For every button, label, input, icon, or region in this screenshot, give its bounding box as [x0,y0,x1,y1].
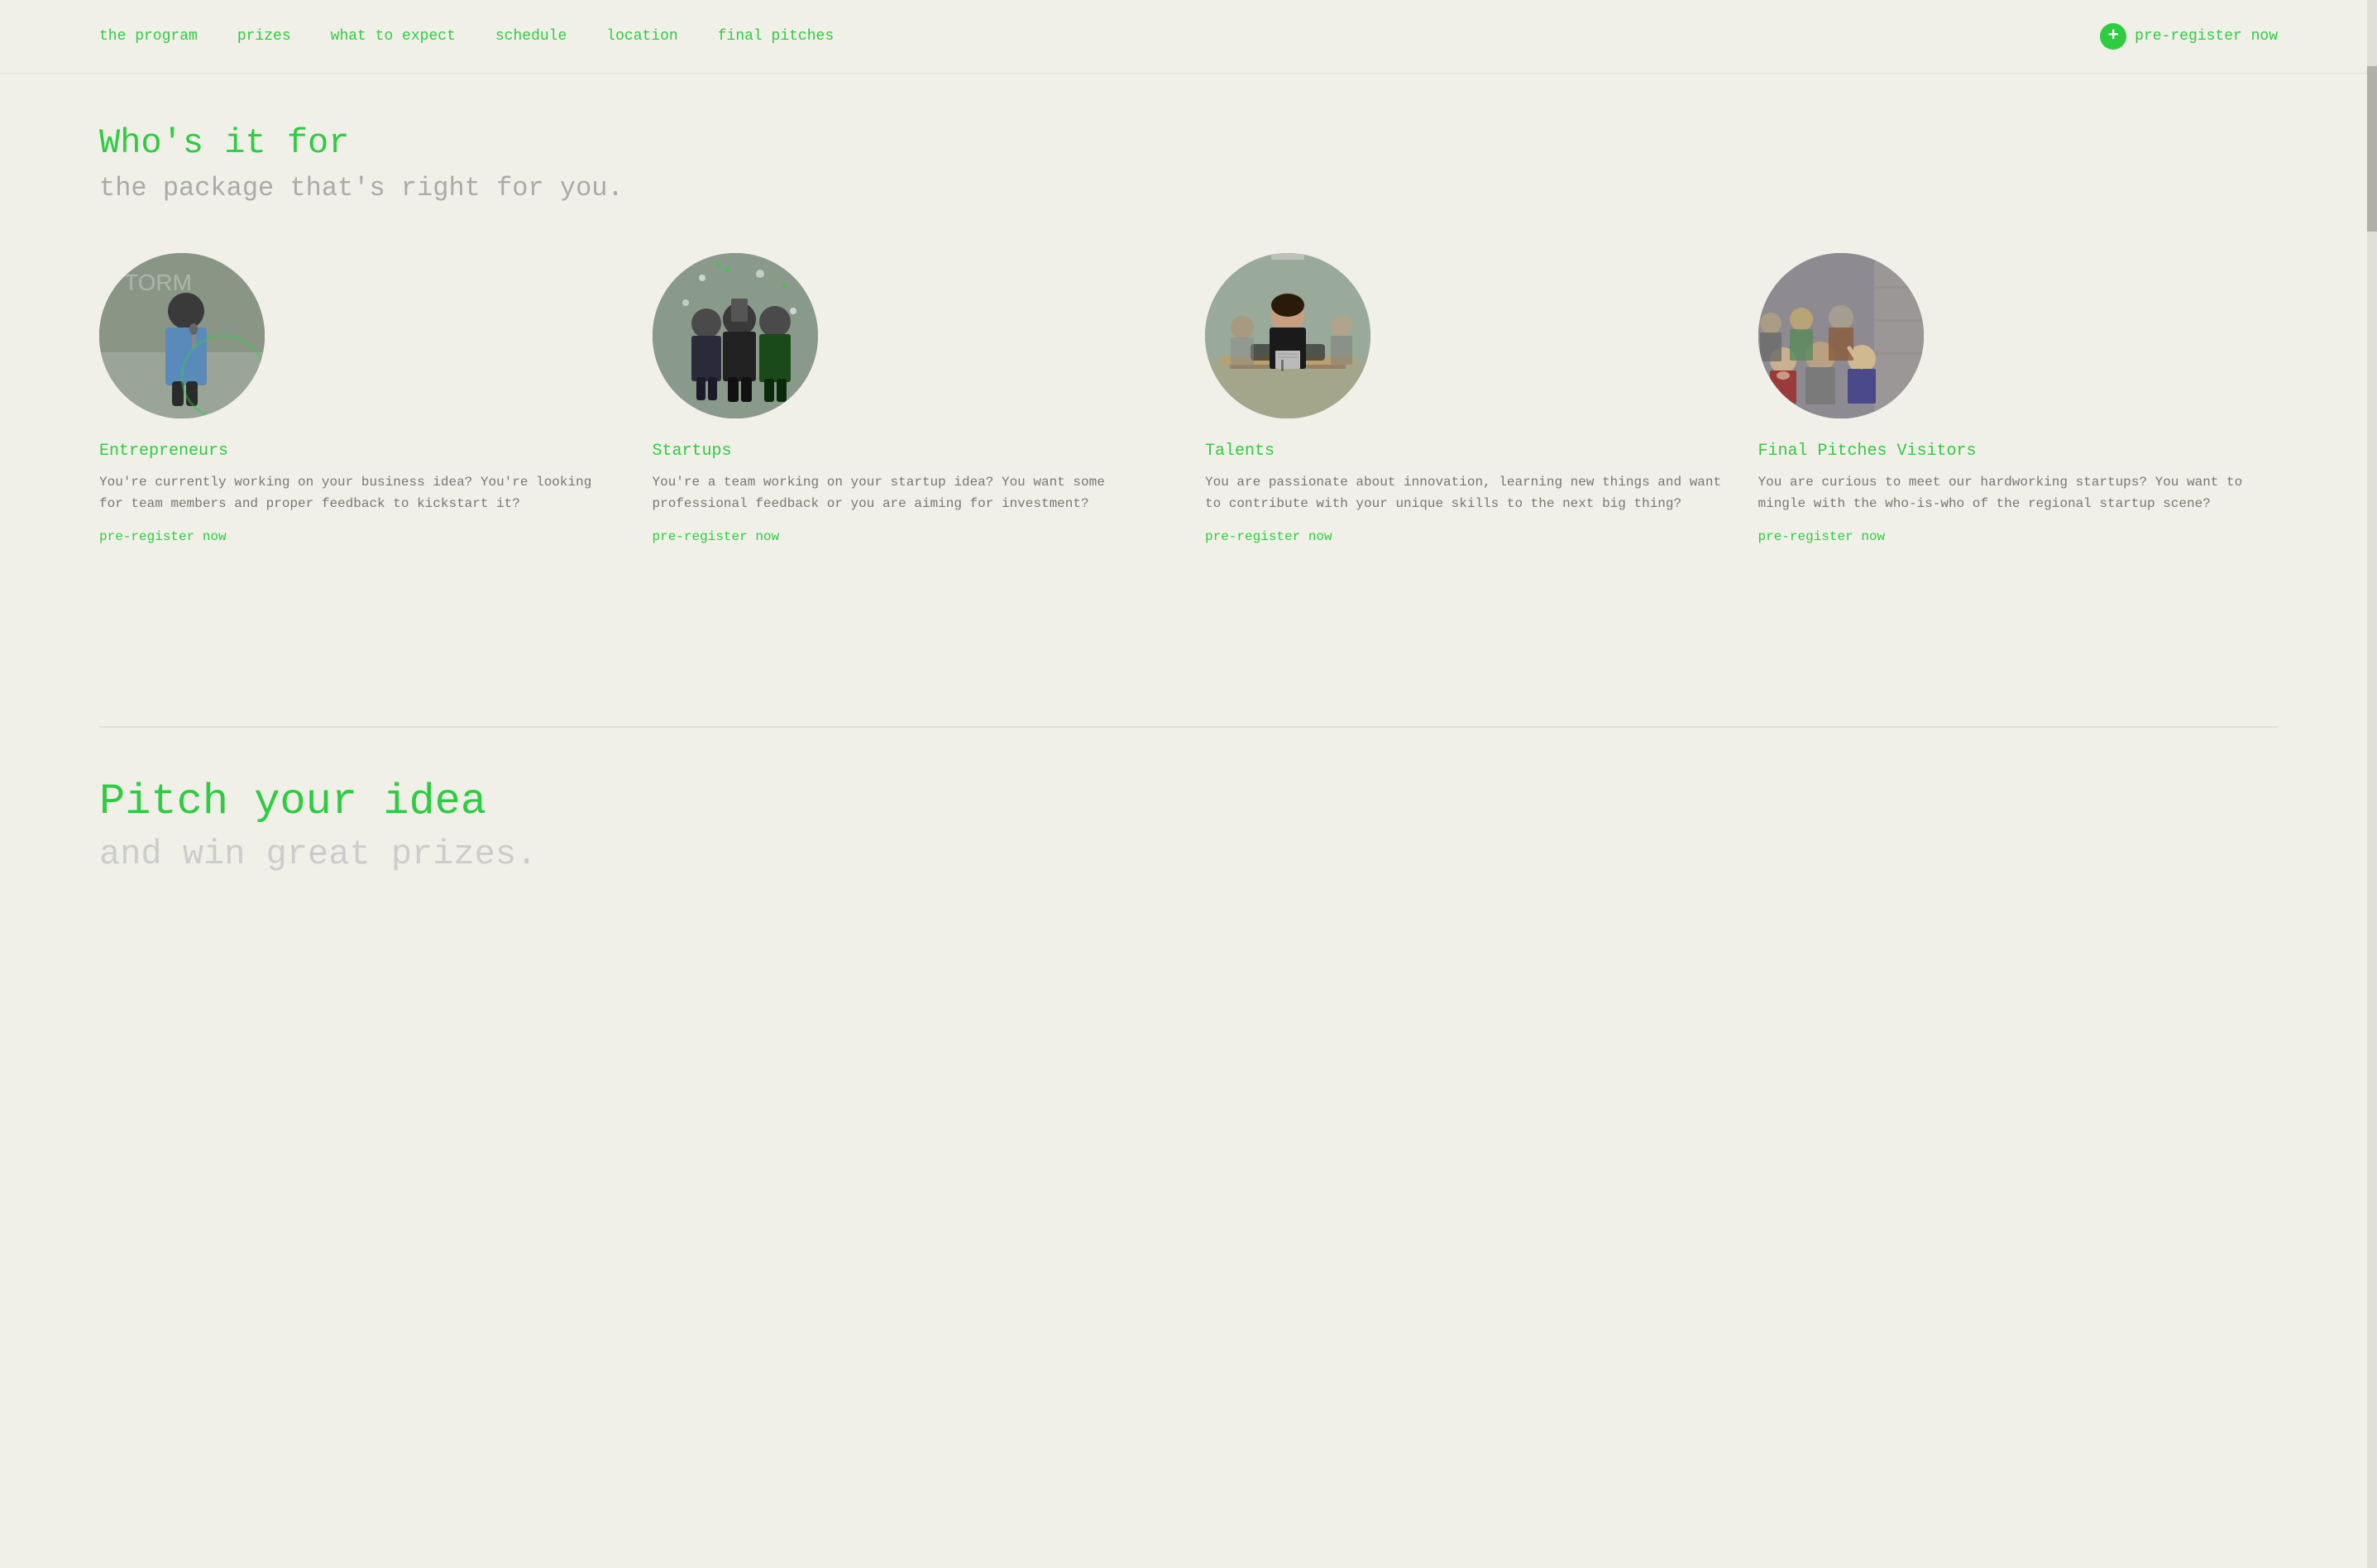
card-category-talents: Talents [1205,442,1725,461]
scrollbar-thumb[interactable] [2367,66,2377,232]
pre-register-label: pre-register now [2135,28,2278,45]
card-description-talents: You are passionate about innovation, lea… [1205,472,1725,514]
navigation: the program prizes what to expect schedu… [0,0,2377,74]
card-image-talents [1205,253,1370,418]
nav-link-what-to-expect[interactable]: what to expect [331,28,456,45]
card-category-final-pitches: Final Pitches Visitors [1758,442,2279,461]
card-final-pitches: Final Pitches Visitors You are curious t… [1758,253,2279,544]
nav-link-program[interactable]: the program [99,28,198,45]
cards-grid: TORM Entrepreneurs You're currently work… [99,253,2278,544]
bottom-section: Pitch your idea and win great prizes. [0,676,2377,907]
nav-link-final-pitches[interactable]: final pitches [718,28,834,45]
nav-links: the program prizes what to expect schedu… [99,28,834,45]
scrollbar[interactable] [2367,0,2377,1568]
card-link-startups[interactable]: pre-register now [653,529,1173,544]
bottom-subtitle: and win great prizes. [99,834,2278,874]
section-subtitle: the package that's right for you. [99,173,2278,203]
card-description-startups: You're a team working on your startup id… [653,472,1173,514]
whos-it-for-section: Who's it for the package that's right fo… [99,123,2278,544]
section-title: Who's it for [99,123,2278,163]
card-entrepreneurs: TORM Entrepreneurs You're currently work… [99,253,619,544]
nav-link-location[interactable]: location [606,28,677,45]
section-divider [99,726,2278,728]
card-image-entrepreneurs: TORM [99,253,265,418]
card-link-entrepreneurs[interactable]: pre-register now [99,529,619,544]
pre-register-button[interactable]: + pre-register now [2100,23,2278,50]
card-category-entrepreneurs: Entrepreneurs [99,442,619,461]
card-link-final-pitches[interactable]: pre-register now [1758,529,2279,544]
nav-link-schedule[interactable]: schedule [495,28,567,45]
card-description-final-pitches: You are curious to meet our hardworking … [1758,472,2279,514]
svg-text:TORM: TORM [124,270,192,295]
card-link-talents[interactable]: pre-register now [1205,529,1725,544]
nav-link-prizes[interactable]: prizes [237,28,291,45]
card-description-entrepreneurs: You're currently working on your busines… [99,472,619,514]
card-image-startups [653,253,818,418]
bottom-title: Pitch your idea [99,777,2278,826]
card-category-startups: Startups [653,442,1173,461]
card-talents: Talents You are passionate about innovat… [1205,253,1725,544]
card-image-final-pitches [1758,253,1924,418]
main-content: Who's it for the package that's right fo… [0,74,2377,676]
plus-icon: + [2100,23,2126,50]
card-startups: Startups You're a team working on your s… [653,253,1173,544]
